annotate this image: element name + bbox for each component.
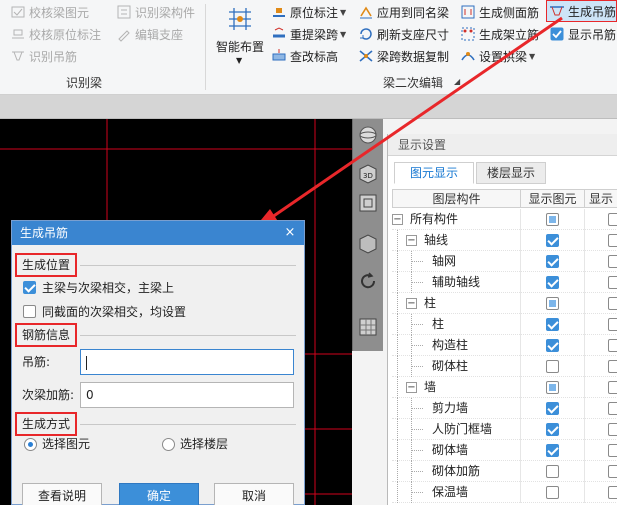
section-title-position: 生成位置 xyxy=(22,258,71,272)
select-element-radio[interactable] xyxy=(24,438,37,451)
view-help-button[interactable]: 查看说明 xyxy=(22,483,102,505)
section-divider xyxy=(80,424,296,425)
close-icon[interactable]: × xyxy=(282,224,298,242)
ok-button[interactable]: 确定 xyxy=(119,483,199,505)
dialog-title: 生成吊筋 xyxy=(12,221,304,245)
generate-hanger-dialog: 生成吊筋 × 生成位置 主梁与次梁相交，主梁上 同截面的次梁相交，均设置 钢筋信… xyxy=(11,220,305,505)
hanger-input[interactable] xyxy=(80,349,294,375)
section-title-method: 生成方式 xyxy=(22,417,71,431)
cancel-button[interactable]: 取消 xyxy=(214,483,294,505)
hanger-field-label: 吊筋: xyxy=(22,355,51,369)
same-section-label: 同截面的次梁相交，均设置 xyxy=(42,305,187,319)
text-cursor xyxy=(86,355,87,370)
same-section-checkbox[interactable] xyxy=(23,305,36,318)
section-divider xyxy=(80,335,296,336)
main-secondary-label: 主梁与次梁相交，主梁上 xyxy=(42,281,175,295)
section-title-rebar: 钢筋信息 xyxy=(22,328,71,342)
main-secondary-checkbox[interactable] xyxy=(23,281,36,294)
select-floor-label: 选择楼层 xyxy=(180,437,229,451)
secondary-field-label: 次梁加筋: xyxy=(22,388,75,402)
secondary-rebar-input[interactable]: 0 xyxy=(80,382,294,408)
select-element-label: 选择图元 xyxy=(42,437,91,451)
select-floor-radio[interactable] xyxy=(162,438,175,451)
section-divider xyxy=(80,265,296,266)
